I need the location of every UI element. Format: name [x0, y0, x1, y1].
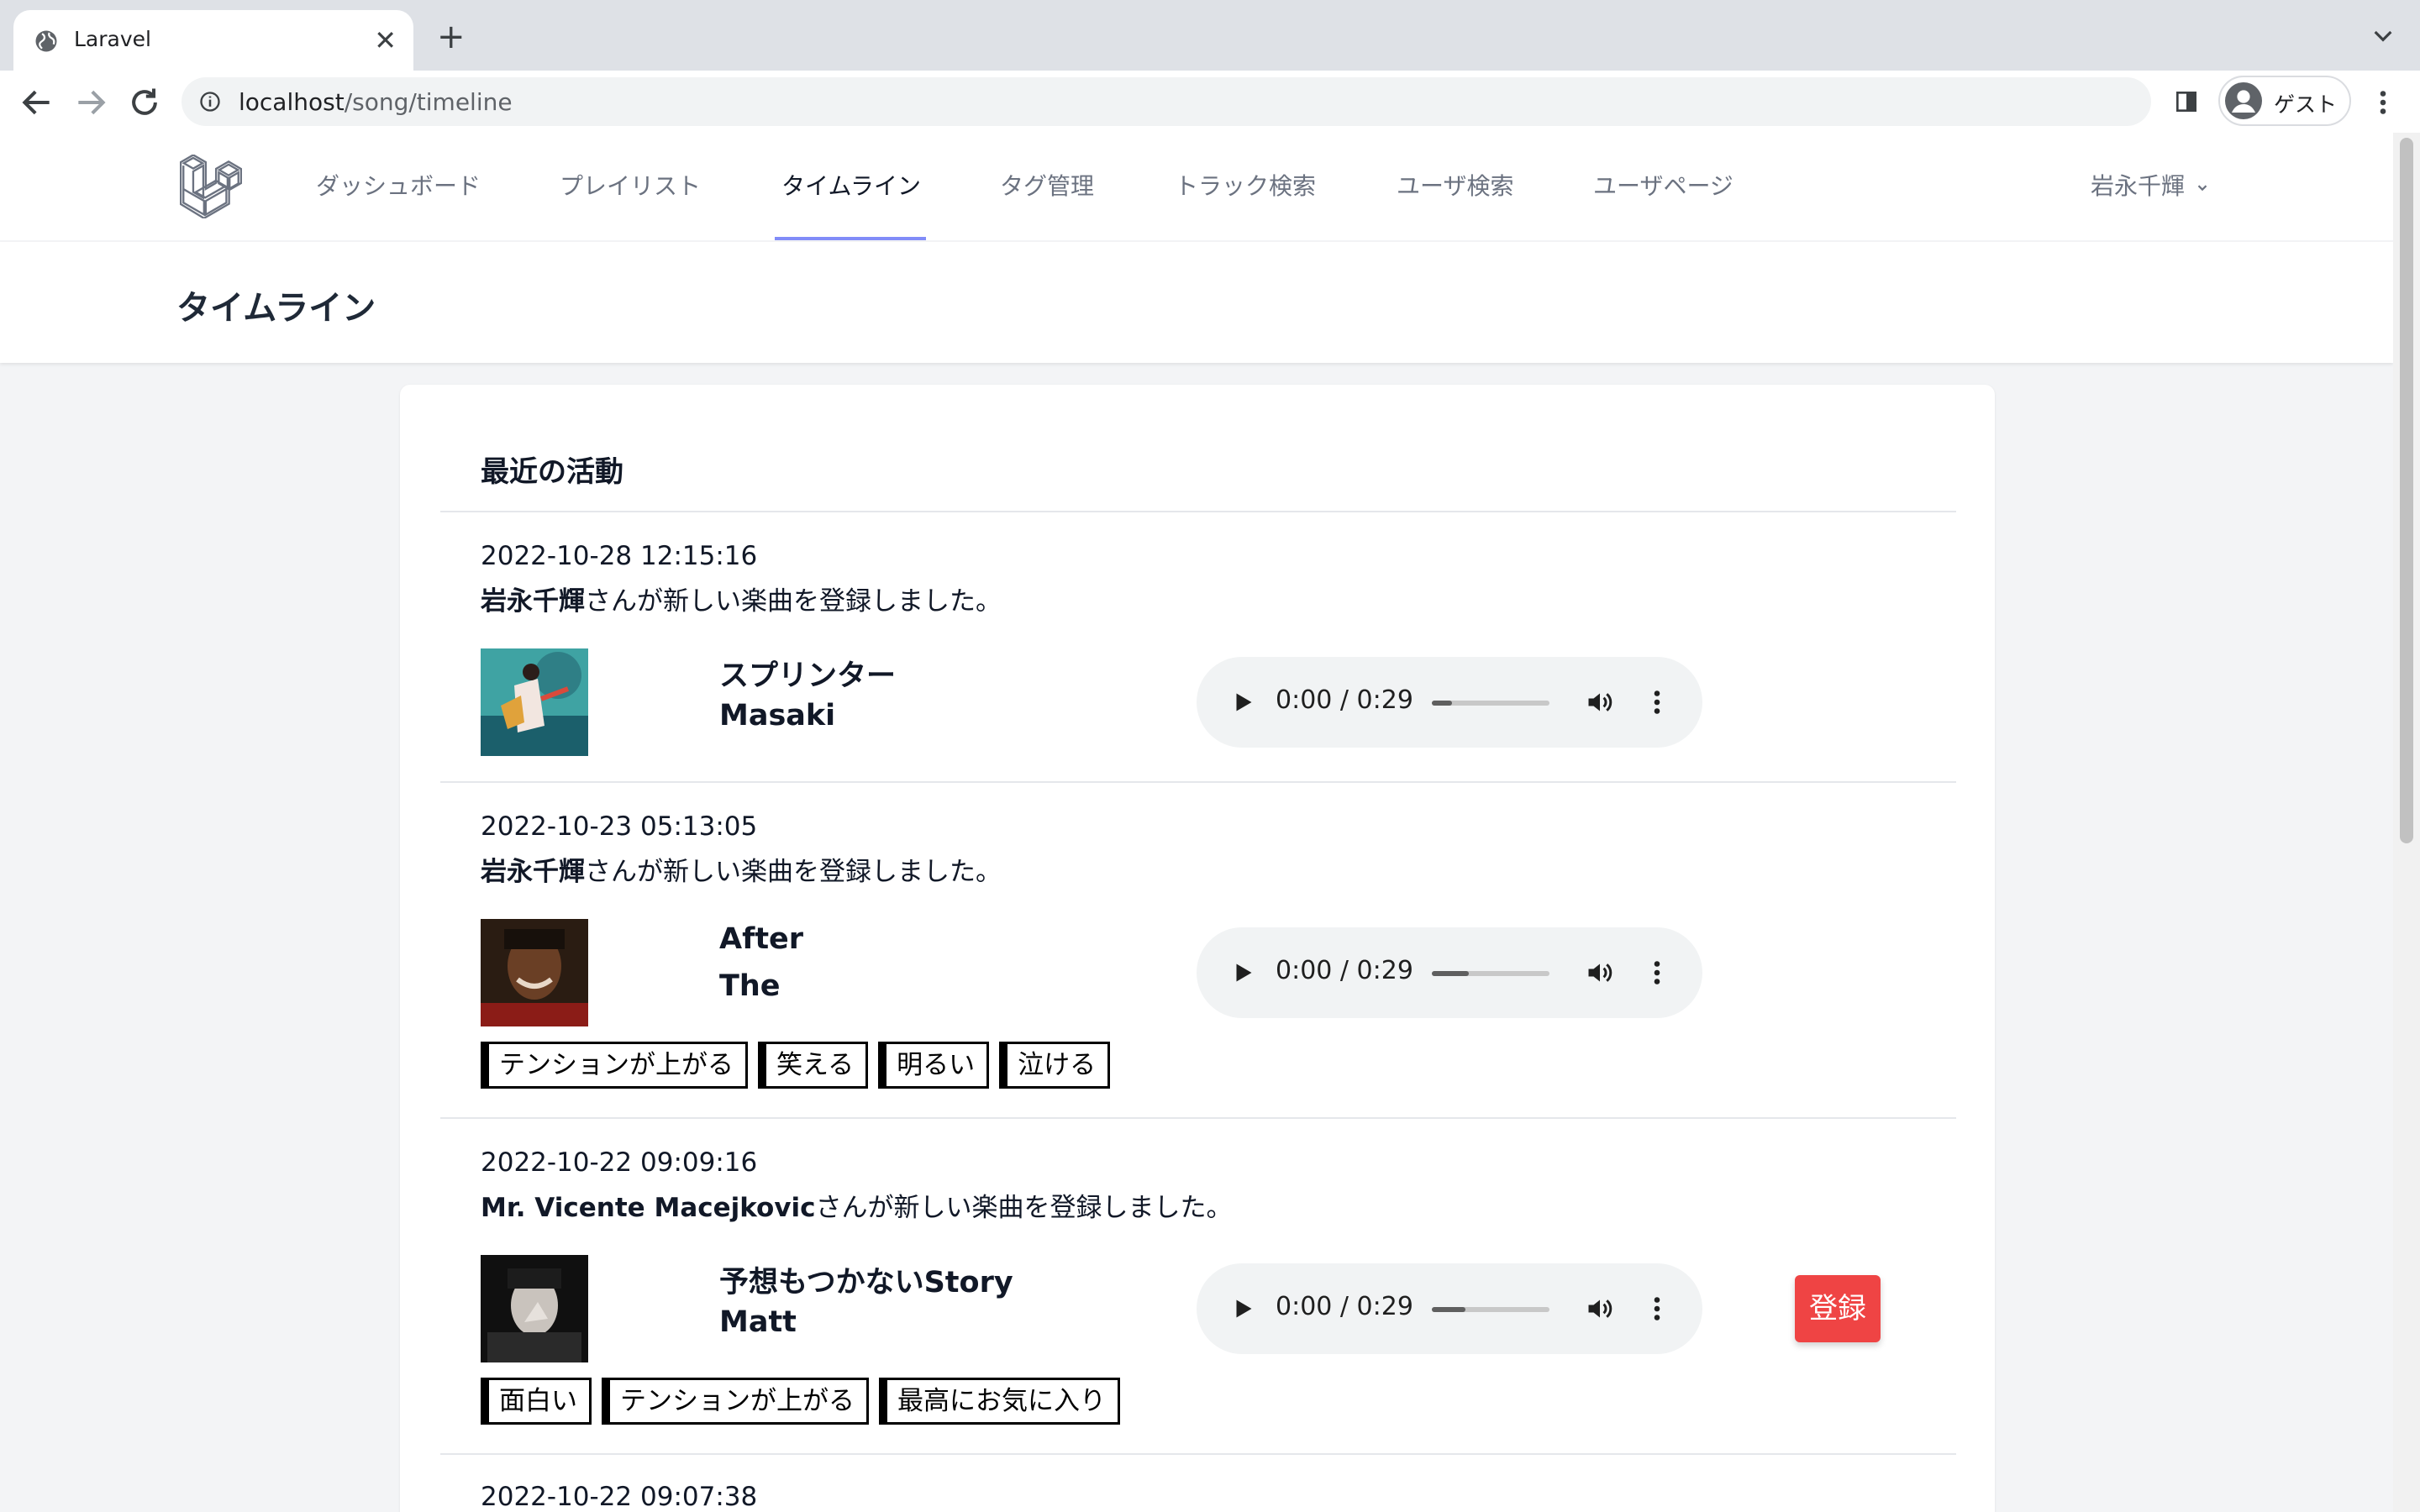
volume-icon[interactable]: [1585, 687, 1615, 717]
profile-icon: [2225, 82, 2262, 119]
profile-button[interactable]: ゲスト: [2218, 76, 2351, 126]
reload-icon[interactable]: [126, 84, 163, 121]
play-icon[interactable]: [1230, 959, 1255, 986]
app-navigation: ダッシュボード プレイリスト タイムライン タグ管理 トラック検索 ユーザ検索 …: [0, 133, 2393, 242]
entry-text: 岩永千輝さんが新しい楽曲を登録しました。: [481, 580, 1002, 617]
user-dropdown[interactable]: 岩永千輝: [2091, 168, 2210, 202]
audio-player[interactable]: 0:00 / 0:29: [1197, 657, 1702, 748]
tag[interactable]: 最高にお気に入り: [879, 1378, 1120, 1425]
entry-action: さんが新しい楽曲を登録しました。: [585, 586, 1002, 617]
tag[interactable]: 泣ける: [999, 1042, 1111, 1089]
tag[interactable]: 明るい: [878, 1042, 990, 1089]
nav-user-page[interactable]: ユーザページ: [1593, 168, 1733, 202]
divider: [440, 1117, 1956, 1119]
audio-progress[interactable]: [1432, 701, 1549, 706]
browser-toolbar: localhost/song/timeline ゲスト: [0, 71, 2420, 134]
nav-track-search[interactable]: トラック検索: [1175, 168, 1316, 202]
tag[interactable]: テンションが上がる: [481, 1042, 748, 1089]
divider: [440, 1453, 1956, 1455]
entry-date: 2022-10-23 05:13:05: [481, 811, 758, 842]
card-heading: 最近の活動: [481, 455, 623, 489]
entry-user[interactable]: Mr. Vicente Macejkovic: [481, 1193, 816, 1223]
nav-dashboard[interactable]: ダッシュボード: [316, 168, 481, 202]
page-title: タイムライン: [176, 289, 376, 328]
album-cover-image: [481, 1255, 588, 1362]
album-cover-image: [481, 919, 588, 1026]
entry-user[interactable]: 岩永千輝: [481, 857, 585, 887]
more-vert-icon[interactable]: [2373, 87, 2393, 118]
close-icon[interactable]: ✕: [374, 24, 397, 57]
more-vert-icon[interactable]: [1650, 1294, 1664, 1324]
audio-time: 0:00 / 0:29: [1276, 685, 1413, 715]
register-button[interactable]: 登録: [1795, 1275, 1881, 1342]
page-header: タイムライン: [0, 242, 2393, 363]
nav-playlist[interactable]: プレイリスト: [560, 168, 701, 202]
song-title: After: [719, 922, 804, 956]
tag-list: テンションが上がる 笑える 明るい 泣ける: [481, 1042, 1120, 1092]
url-path: /song/timeline: [344, 88, 513, 116]
audio-progress[interactable]: [1432, 971, 1549, 976]
play-icon[interactable]: [1230, 1295, 1255, 1322]
scrollbar-thumb[interactable]: [2400, 138, 2413, 843]
entry-date: 2022-10-28 12:15:16: [481, 541, 758, 571]
page-viewport: ダッシュボード プレイリスト タイムライン タグ管理 トラック検索 ユーザ検索 …: [0, 133, 2393, 1512]
song-artist: Masaki: [719, 699, 836, 732]
info-icon[interactable]: [198, 90, 222, 113]
tag[interactable]: 面白い: [481, 1378, 592, 1425]
entry-date: 2022-10-22 09:07:38: [481, 1482, 758, 1512]
entry-date: 2022-10-22 09:09:16: [481, 1147, 758, 1178]
user-name: 岩永千輝: [2091, 172, 2186, 200]
song-artist: The: [719, 969, 781, 1003]
entry-user[interactable]: 岩永千輝: [481, 586, 585, 617]
side-panel-icon[interactable]: [2173, 87, 2200, 116]
volume-icon[interactable]: [1585, 958, 1615, 988]
play-icon[interactable]: [1230, 689, 1255, 716]
entry-text: 岩永千輝さんが新しい楽曲を登録しました。: [481, 850, 1002, 888]
url-host: localhost: [239, 88, 345, 116]
activity-card: 最近の活動 2022-10-28 12:15:16 岩永千輝さんが新しい楽曲を登…: [400, 385, 1995, 1512]
song-title: 予想もつかないStory: [719, 1266, 1013, 1299]
audio-progress[interactable]: [1432, 1307, 1549, 1312]
nav-timeline[interactable]: タイムライン: [781, 168, 921, 202]
audio-player[interactable]: 0:00 / 0:29: [1197, 927, 1702, 1018]
divider: [440, 511, 1956, 512]
url-text: localhost/song/timeline: [239, 88, 513, 116]
more-vert-icon[interactable]: [1650, 958, 1664, 988]
album-cover-image: [481, 648, 588, 756]
chevron-down-icon: [2197, 185, 2207, 192]
entry-action: さんが新しい楽曲を登録しました。: [585, 857, 1002, 887]
volume-icon[interactable]: [1585, 1294, 1615, 1324]
more-vert-icon[interactable]: [1650, 687, 1664, 717]
divider: [440, 781, 1956, 783]
page-scrollbar[interactable]: [2393, 133, 2420, 1512]
chevron-down-icon[interactable]: [2370, 22, 2396, 49]
song-title: スプリンター: [719, 659, 897, 693]
song-artist: Matt: [719, 1305, 797, 1339]
audio-player[interactable]: 0:00 / 0:29: [1197, 1263, 1702, 1354]
forward-arrow-icon[interactable]: [72, 84, 109, 121]
nav-tag-management[interactable]: タグ管理: [1000, 168, 1094, 202]
tag[interactable]: テンションが上がる: [602, 1378, 869, 1425]
audio-time: 0:00 / 0:29: [1276, 1292, 1413, 1321]
laravel-logo-icon[interactable]: [180, 155, 242, 218]
active-tab-indicator: [775, 237, 926, 240]
browser-tab-strip: Laravel ✕ +: [0, 0, 2420, 71]
nav-user-search[interactable]: ユーザ検索: [1397, 168, 1513, 202]
entry-text: Mr. Vicente Macejkovicさんが新しい楽曲を登録しました。: [481, 1186, 1233, 1224]
profile-label: ゲスト: [2274, 92, 2338, 117]
address-bar[interactable]: localhost/song/timeline: [182, 77, 2151, 126]
entry-action: さんが新しい楽曲を登録しました。: [815, 1193, 1233, 1223]
browser-tab[interactable]: Laravel ✕: [13, 10, 413, 71]
globe-favicon-icon: [35, 30, 57, 52]
tab-title: Laravel: [74, 27, 151, 51]
plus-icon[interactable]: +: [437, 20, 466, 54]
tag-list: 面白い テンションが上がる 最高にお気に入り: [481, 1378, 1130, 1428]
audio-time: 0:00 / 0:29: [1276, 956, 1413, 985]
tag[interactable]: 笑える: [758, 1042, 869, 1089]
back-arrow-icon[interactable]: [18, 84, 55, 121]
